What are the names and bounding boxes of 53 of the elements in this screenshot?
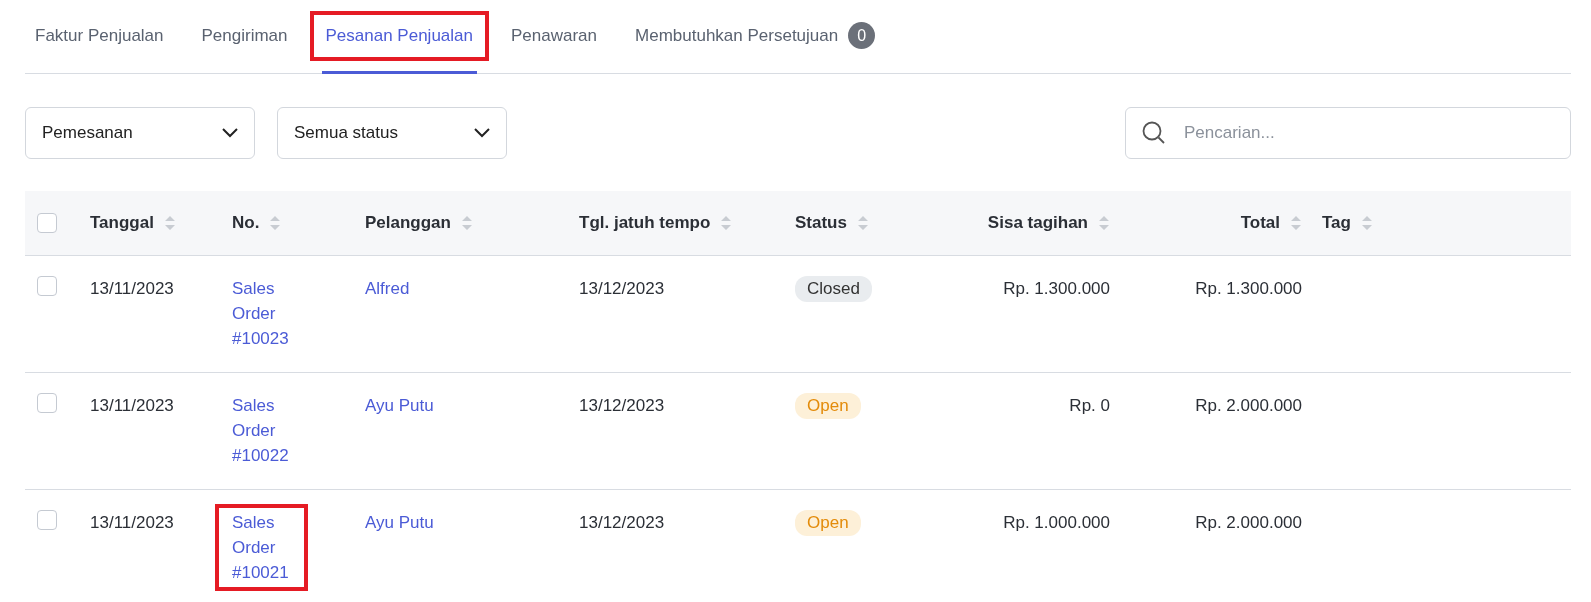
column-header[interactable]: Status xyxy=(795,213,847,233)
tab[interactable]: Penawaran xyxy=(507,20,601,51)
table-cell: 13/12/2023 xyxy=(579,279,665,298)
customer-link[interactable]: Alfred xyxy=(365,279,410,298)
search-icon xyxy=(1142,121,1166,145)
customer-link[interactable]: Ayu Putu xyxy=(365,513,434,532)
table-cell: 13/11/2023 xyxy=(90,513,174,532)
order-link[interactable]: Sales Order #10022 xyxy=(232,393,294,468)
table-cell: 13/12/2023 xyxy=(579,513,665,532)
column-header[interactable]: No. xyxy=(232,213,260,233)
dropdown[interactable]: Semua status xyxy=(277,107,507,159)
table-cell: Rp. 2.000.000 xyxy=(1195,396,1302,415)
table-cell: Rp. 1.000.000 xyxy=(1003,513,1110,532)
order-link[interactable]: Sales Order #10021 xyxy=(232,510,294,585)
table-cell: Rp. 1.300.000 xyxy=(1195,279,1302,298)
tab[interactable]: Faktur Penjualan xyxy=(31,20,168,51)
sort-icon[interactable] xyxy=(1098,214,1110,232)
customer-link[interactable]: Ayu Putu xyxy=(365,396,434,415)
table-cell: Rp. 1.300.000 xyxy=(1003,279,1110,298)
order-link[interactable]: Sales Order #10023 xyxy=(232,276,294,351)
checkbox[interactable] xyxy=(37,510,57,530)
table-cell: 13/12/2023 xyxy=(579,396,665,415)
column-header[interactable]: Tgl. jatuh tempo xyxy=(579,213,711,233)
checkbox[interactable] xyxy=(37,276,57,296)
status-badge: Open xyxy=(795,393,861,419)
chevron-down-icon xyxy=(474,128,490,138)
status-badge: Closed xyxy=(795,276,872,302)
sort-icon[interactable] xyxy=(856,214,869,232)
tab[interactable]: Pengiriman xyxy=(197,20,292,51)
column-header[interactable]: Sisa tagihan xyxy=(987,213,1088,233)
search-field[interactable]: Pencarian... xyxy=(1125,107,1571,159)
table-cell: 13/11/2023 xyxy=(90,279,174,298)
checkbox[interactable] xyxy=(37,213,57,233)
checkbox[interactable] xyxy=(37,393,57,413)
count-badge: 0 xyxy=(848,22,876,49)
sort-icon[interactable] xyxy=(460,214,473,232)
status-badge: Open xyxy=(795,510,861,536)
sort-icon[interactable] xyxy=(163,214,176,232)
table-cell: Rp. 0 xyxy=(1069,396,1110,415)
table-cell: 13/11/2023 xyxy=(90,396,174,415)
tab[interactable]: Pesanan Penjualan xyxy=(321,20,477,51)
table-cell: Rp. 2.000.000 xyxy=(1195,513,1302,532)
column-header[interactable]: Pelanggan xyxy=(365,213,451,233)
sort-icon[interactable] xyxy=(269,214,282,232)
sort-icon[interactable] xyxy=(1290,214,1302,232)
column-header[interactable]: Tanggal xyxy=(90,213,154,233)
tab[interactable]: Membutuhkan Persetujuan 0 xyxy=(631,20,880,51)
column-header[interactable]: Tag xyxy=(1322,213,1351,233)
dropdown[interactable]: Pemesanan xyxy=(25,107,255,159)
sort-icon[interactable] xyxy=(720,214,733,232)
chevron-down-icon xyxy=(222,128,238,138)
sort-icon[interactable] xyxy=(1360,214,1373,232)
column-header[interactable]: Total xyxy=(1240,213,1280,233)
